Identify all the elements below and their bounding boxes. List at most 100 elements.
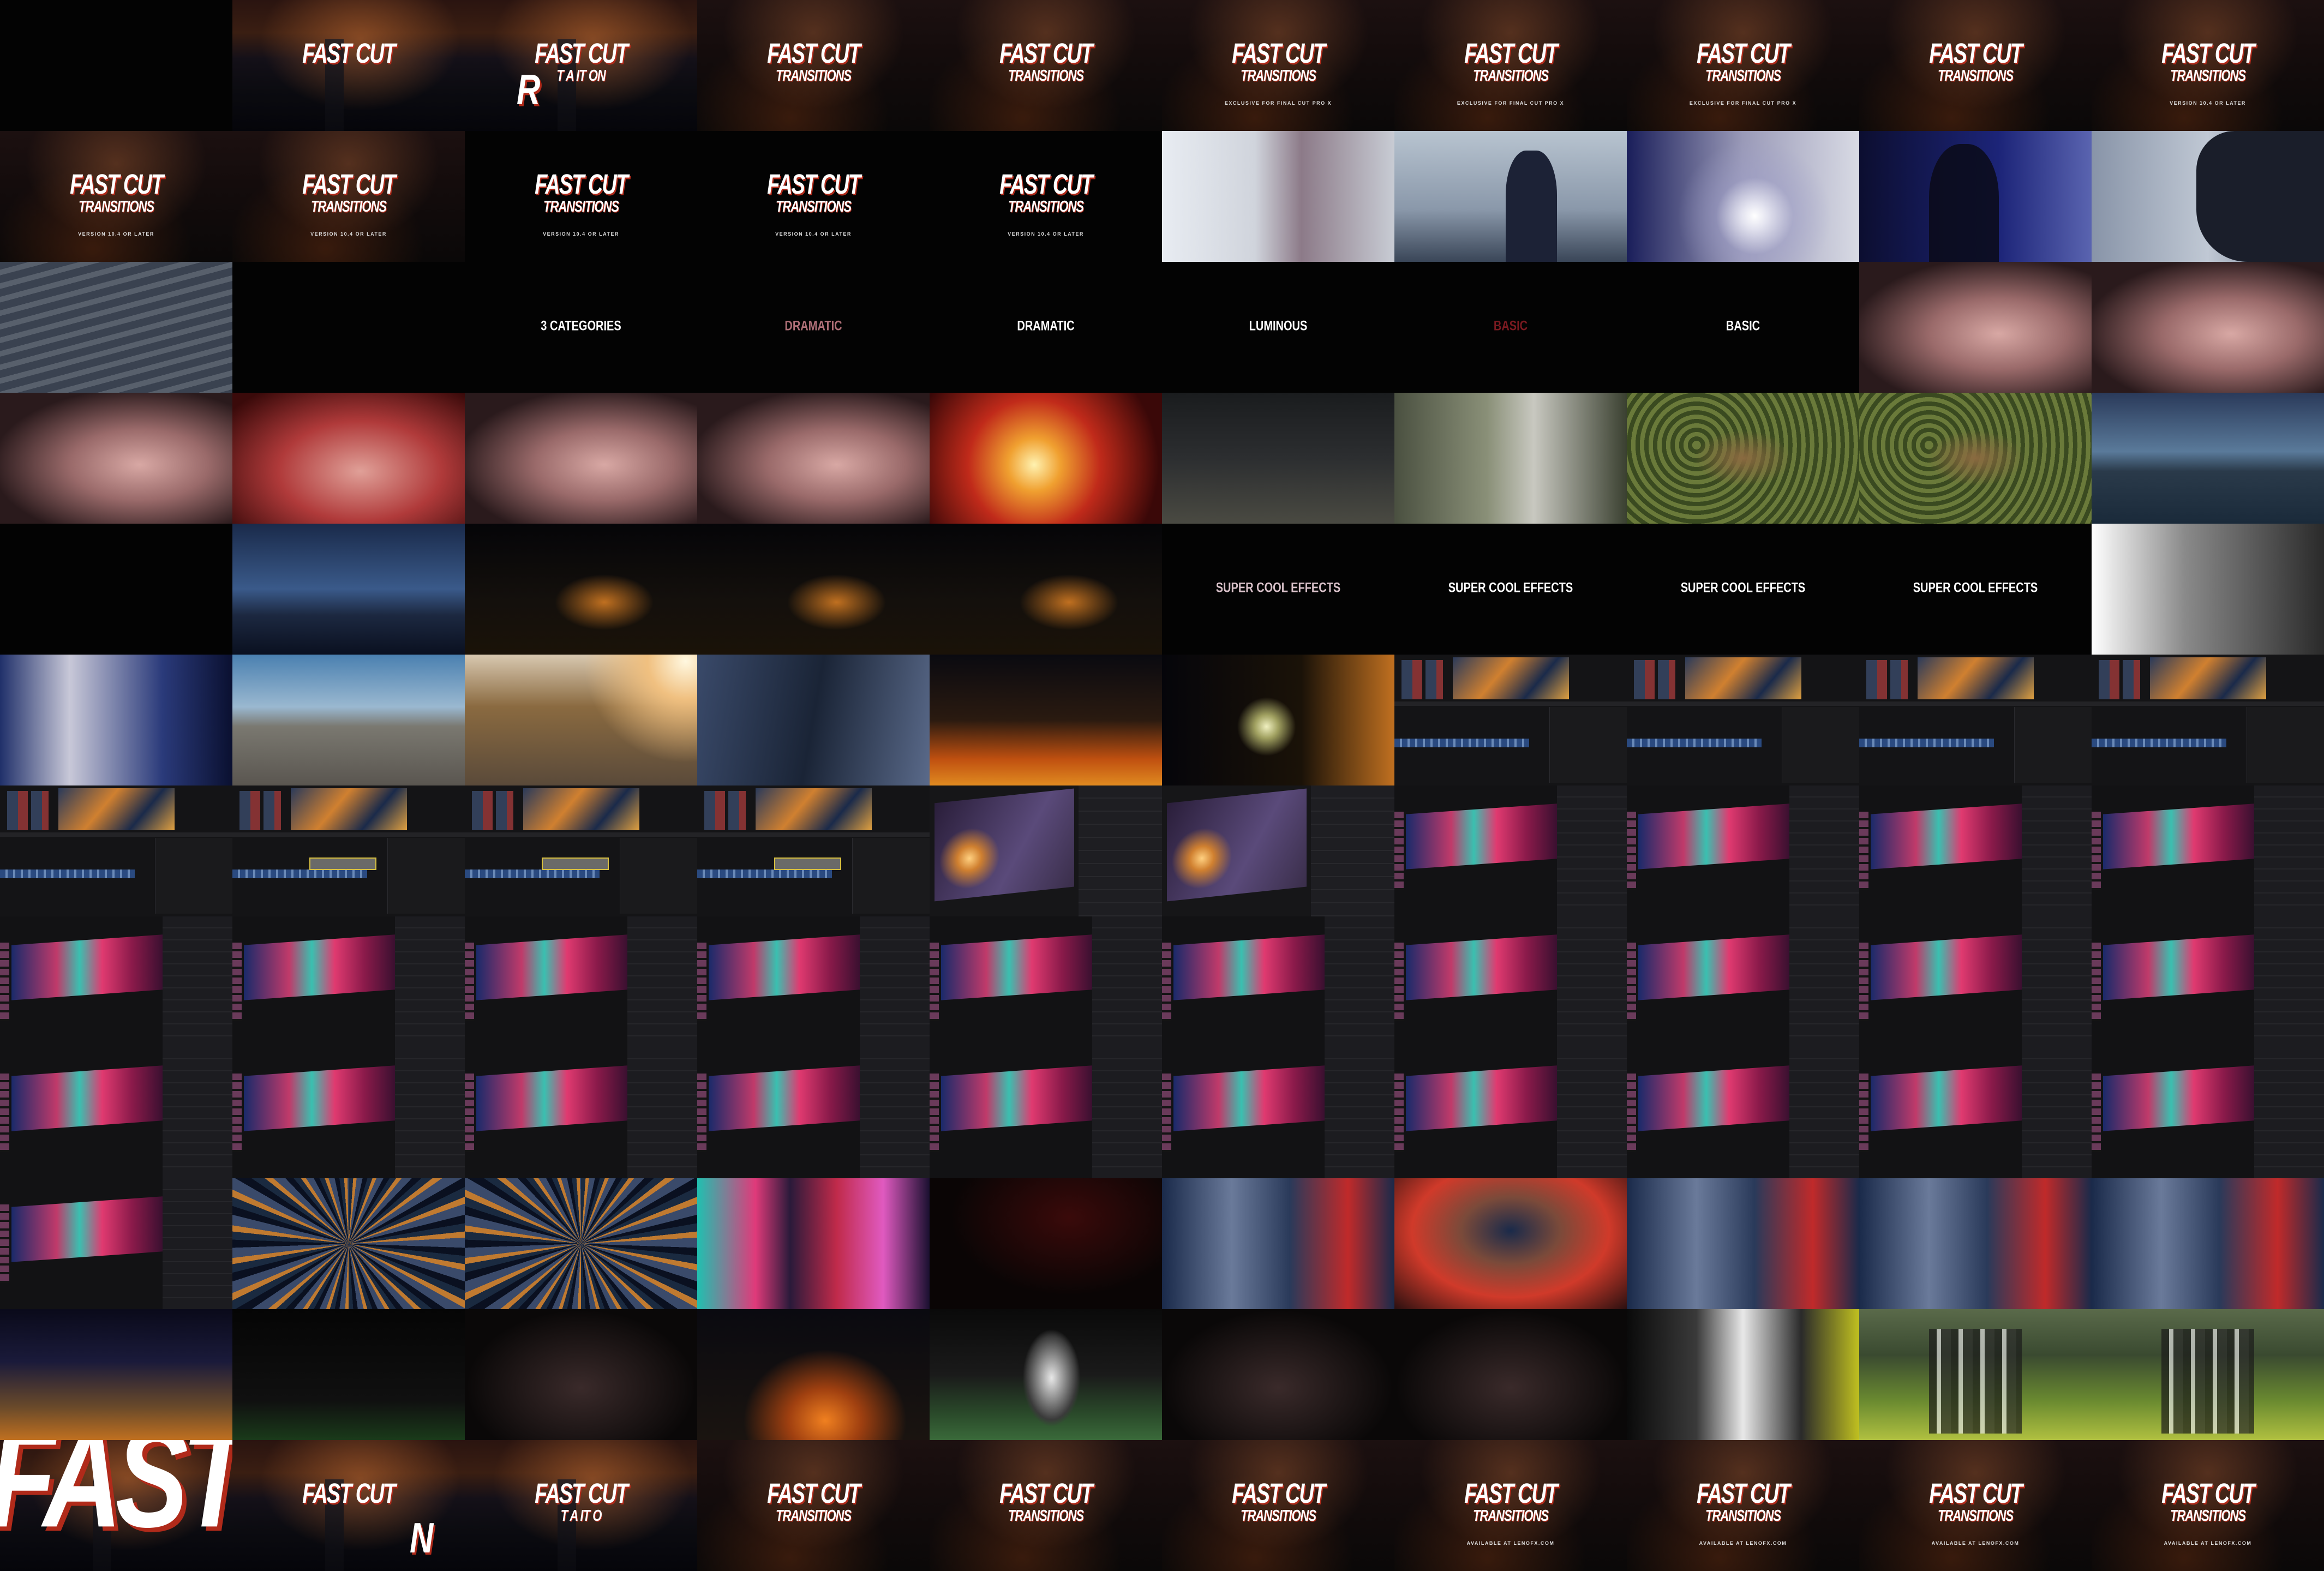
frame-thumbnail[interactable] [1394, 1309, 1627, 1440]
frame-thumbnail[interactable] [1162, 916, 1394, 1047]
frame-thumbnail[interactable] [2092, 655, 2324, 786]
frame-thumbnail[interactable]: SUPER COOL EFFECTS [1394, 524, 1627, 655]
frame-thumbnail[interactable]: DRAMATIC [930, 262, 1162, 393]
frame-thumbnail[interactable]: FAST CUT TRANSITIONS [1859, 0, 2092, 131]
frame-thumbnail[interactable] [1394, 916, 1627, 1047]
frame-thumbnail[interactable] [1859, 916, 2092, 1047]
frame-thumbnail[interactable] [0, 916, 232, 1047]
frame-thumbnail[interactable] [1162, 131, 1394, 262]
frame-thumbnail[interactable]: FAST CUT TRANSITIONS EXCLUSIVE FOR FINAL C… [1162, 0, 1394, 131]
frame-thumbnail[interactable] [0, 1309, 232, 1440]
frame-thumbnail[interactable]: FAST CUT TRANSITIONS AVAILABLE AT LENOFX.C… [1859, 1440, 2092, 1571]
frame-thumbnail[interactable]: FAST CUT [232, 0, 465, 131]
frame-thumbnail[interactable] [232, 916, 465, 1047]
frame-thumbnail[interactable] [1627, 786, 1859, 916]
frame-thumbnail[interactable] [232, 655, 465, 786]
frame-thumbnail[interactable] [465, 655, 697, 786]
frame-thumbnail[interactable] [0, 262, 232, 393]
frame-thumbnail[interactable] [1627, 1047, 1859, 1178]
frame-thumbnail[interactable]: DRAMATIC [697, 262, 930, 393]
frame-thumbnail[interactable] [0, 1047, 232, 1178]
frame-thumbnail[interactable]: FAST CUT TRANSITIONS [930, 0, 1162, 131]
frame-thumbnail[interactable] [465, 1178, 697, 1309]
frame-thumbnail[interactable] [2092, 1309, 2324, 1440]
frame-thumbnail[interactable] [0, 524, 232, 655]
frame-thumbnail[interactable] [697, 393, 930, 524]
frame-thumbnail[interactable] [1394, 1047, 1627, 1178]
frame-thumbnail[interactable] [930, 1178, 1162, 1309]
frame-thumbnail[interactable] [1859, 393, 2092, 524]
frame-thumbnail[interactable] [1162, 393, 1394, 524]
frame-thumbnail[interactable]: FAST [0, 1440, 232, 1571]
frame-thumbnail[interactable] [1162, 1178, 1394, 1309]
frame-thumbnail[interactable] [1394, 786, 1627, 916]
frame-thumbnail[interactable] [465, 1047, 697, 1178]
frame-thumbnail[interactable] [1859, 262, 2092, 393]
frame-thumbnail[interactable] [1627, 916, 1859, 1047]
frame-thumbnail[interactable]: FAST CUT TRANSITIONS [697, 1440, 930, 1571]
frame-thumbnail[interactable]: FAST CUT TRANSITIONS EXCLUSIVE FOR FINAL C… [1394, 0, 1627, 131]
frame-thumbnail[interactable] [1627, 393, 1859, 524]
frame-thumbnail[interactable] [1627, 1178, 1859, 1309]
frame-thumbnail[interactable] [697, 786, 930, 916]
frame-thumbnail[interactable]: FAST CUT TRANSITIONS VERSION 10.4 OR LATER [930, 131, 1162, 262]
frame-thumbnail[interactable] [2092, 393, 2324, 524]
frame-thumbnail[interactable] [232, 262, 465, 393]
frame-thumbnail[interactable] [2092, 262, 2324, 393]
frame-thumbnail[interactable] [232, 393, 465, 524]
frame-thumbnail[interactable] [1394, 393, 1627, 524]
frame-thumbnail[interactable]: FAST CUT TRANSITIONS AVAILABLE AT LENOFX.C… [2092, 1440, 2324, 1571]
frame-thumbnail[interactable] [930, 1047, 1162, 1178]
frame-thumbnail[interactable] [232, 786, 465, 916]
frame-thumbnail[interactable] [2092, 1178, 2324, 1309]
frame-thumbnail[interactable] [1859, 1309, 2092, 1440]
frame-thumbnail[interactable] [1627, 655, 1859, 786]
frame-thumbnail[interactable] [2092, 131, 2324, 262]
frame-thumbnail[interactable] [930, 393, 1162, 524]
frame-thumbnail[interactable] [232, 524, 465, 655]
frame-thumbnail[interactable]: FAST CUT TRANSITIONS EXCLUSIVE FOR FINAL C… [1627, 0, 1859, 131]
frame-thumbnail[interactable] [1859, 786, 2092, 916]
frame-thumbnail[interactable]: SUPER COOL EFFECTS [1859, 524, 2092, 655]
frame-thumbnail[interactable]: FAST CUT TRANSITIONS VERSION 10.4 OR LATER [697, 131, 930, 262]
frame-thumbnail[interactable] [1627, 1309, 1859, 1440]
frame-thumbnail[interactable] [1859, 655, 2092, 786]
frame-thumbnail[interactable] [930, 524, 1162, 655]
frame-thumbnail[interactable] [0, 655, 232, 786]
frame-thumbnail[interactable]: FAST CUT T A IT O [465, 1440, 697, 1571]
frame-thumbnail[interactable] [930, 916, 1162, 1047]
frame-thumbnail[interactable]: FAST CUT TRANSITIONS VERSION 10.4 OR LATER [232, 131, 465, 262]
frame-thumbnail[interactable] [697, 655, 930, 786]
frame-thumbnail[interactable]: FAST CUT T A IT ON R [465, 0, 697, 131]
frame-thumbnail[interactable] [465, 1309, 697, 1440]
frame-thumbnail[interactable] [1859, 131, 2092, 262]
frame-thumbnail[interactable] [2092, 786, 2324, 916]
frame-thumbnail[interactable] [697, 1047, 930, 1178]
frame-thumbnail[interactable] [0, 393, 232, 524]
frame-thumbnail[interactable]: FAST CUT TRANSITIONS [930, 1440, 1162, 1571]
frame-thumbnail[interactable] [1162, 786, 1394, 916]
frame-thumbnail[interactable] [2092, 524, 2324, 655]
frame-thumbnail[interactable] [0, 0, 232, 131]
frame-thumbnail[interactable] [232, 1178, 465, 1309]
frame-thumbnail[interactable] [232, 1047, 465, 1178]
frame-thumbnail[interactable] [1162, 1047, 1394, 1178]
frame-thumbnail[interactable] [465, 786, 697, 916]
frame-thumbnail[interactable] [697, 1178, 930, 1309]
frame-thumbnail[interactable] [1627, 131, 1859, 262]
frame-thumbnail[interactable]: FAST CUT TRANSITIONS AVAILABLE AT LENOFX.C… [1394, 1440, 1627, 1571]
frame-thumbnail[interactable] [465, 916, 697, 1047]
frame-thumbnail[interactable] [930, 655, 1162, 786]
frame-thumbnail[interactable] [1394, 1178, 1627, 1309]
frame-thumbnail[interactable]: FAST CUT TRANSITIONS AVAILABLE AT LENOFX.C… [1627, 1440, 1859, 1571]
frame-thumbnail[interactable]: FAST CUT N [232, 1440, 465, 1571]
frame-thumbnail[interactable] [1859, 1047, 2092, 1178]
frame-thumbnail[interactable] [2092, 1047, 2324, 1178]
frame-thumbnail[interactable] [0, 1178, 232, 1309]
frame-thumbnail[interactable] [1394, 655, 1627, 786]
frame-thumbnail[interactable]: SUPER COOL EFFECTS [1162, 524, 1394, 655]
frame-thumbnail[interactable]: SUPER COOL EFFECTS [1627, 524, 1859, 655]
frame-thumbnail[interactable]: 3 CATEGORIES [465, 262, 697, 393]
frame-thumbnail[interactable] [465, 393, 697, 524]
frame-thumbnail[interactable]: FAST CUT TRANSITIONS VERSION 10.4 OR LATER [2092, 0, 2324, 131]
